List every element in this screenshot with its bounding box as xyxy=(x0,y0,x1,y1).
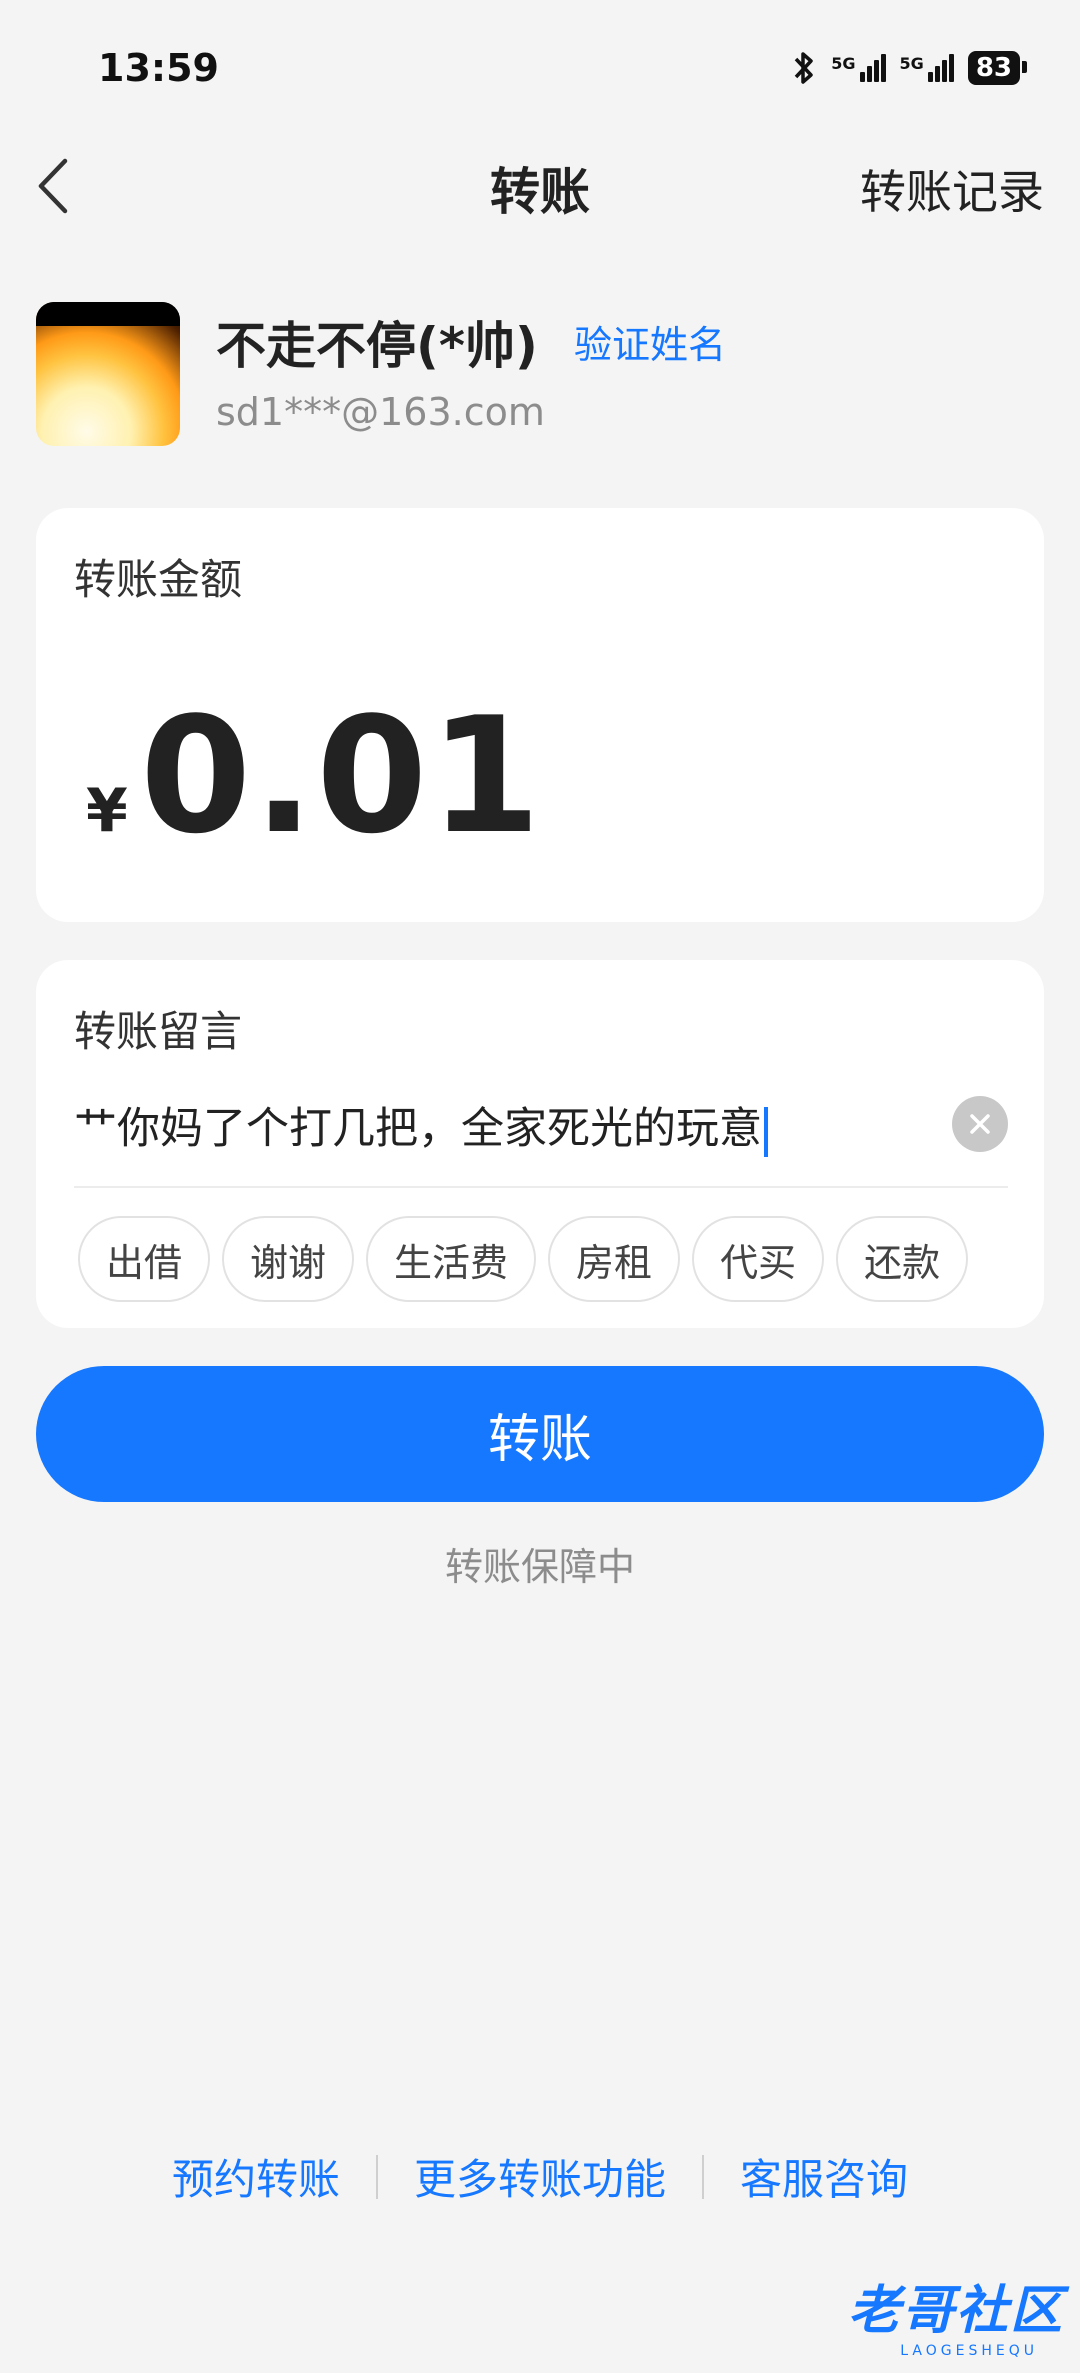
bluetooth-icon xyxy=(795,52,814,84)
battery-icon: 83 xyxy=(967,51,1028,85)
chip-thanks[interactable]: 谢谢 xyxy=(222,1216,355,1302)
message-card: 转账留言 艹你妈了个打几把，全家死光的玩意 出借 谢谢 生活费 房租 代买 还款 xyxy=(36,960,1044,1328)
message-input-value: 艹你妈了个打几把，全家死光的玩意 xyxy=(74,1104,762,1154)
customer-service-link[interactable]: 客服咨询 xyxy=(704,2146,944,2207)
quick-message-chips: 出借 谢谢 生活费 房租 代买 还款 xyxy=(78,1216,969,1302)
watermark-logo: 老哥社区 LAOGESHEQU xyxy=(848,2268,1064,2359)
recipient-name: 不走不停(*帅) xyxy=(216,317,538,375)
status-icons: 5G 5G 83 xyxy=(791,50,1028,86)
signal-5g-icon: 5G xyxy=(831,54,886,82)
clear-message-button[interactable] xyxy=(952,1096,1008,1152)
watermark-sub: LAOGESHEQU xyxy=(900,2343,1038,2359)
footer-links: 预约转账 更多转账功能 客服咨询 xyxy=(0,2146,1080,2207)
message-input[interactable]: 艹你妈了个打几把，全家死光的玩意 xyxy=(74,1094,768,1157)
network-type-label-2: 5G xyxy=(899,54,924,73)
chip-purchase-on-behalf[interactable]: 代买 xyxy=(692,1216,825,1302)
more-transfer-features-link[interactable]: 更多转账功能 xyxy=(378,2146,702,2207)
status-time: 13:59 xyxy=(98,46,219,90)
transfer-page: 13:59 5G 5G 83 转账 转账记录 不走不停(*帅) 验证姓名 sd1… xyxy=(0,0,1080,2373)
chip-loan[interactable]: 出借 xyxy=(78,1216,211,1302)
chip-living-expenses[interactable]: 生活费 xyxy=(366,1216,537,1302)
recipient-account: sd1***@163.com xyxy=(216,390,545,434)
chip-rent[interactable]: 房租 xyxy=(548,1216,681,1302)
watermark-main: 老哥社区 xyxy=(847,2281,1064,2341)
message-label: 转账留言 xyxy=(74,1007,243,1056)
transfer-submit-button[interactable]: 转账 xyxy=(36,1366,1044,1502)
chip-repayment[interactable]: 还款 xyxy=(836,1216,969,1302)
message-divider xyxy=(74,1186,1008,1188)
verify-name-link[interactable]: 验证姓名 xyxy=(574,314,726,369)
scheduled-transfer-link[interactable]: 预约转账 xyxy=(136,2146,376,2207)
protection-notice: 转账保障中 xyxy=(444,1545,635,1589)
transfer-history-link[interactable]: 转账记录 xyxy=(860,156,1044,222)
currency-symbol: ¥ xyxy=(86,776,128,846)
close-icon xyxy=(970,1114,990,1134)
recipient-avatar xyxy=(36,302,180,446)
amount-card: 转账金额 ¥ 0.01 xyxy=(36,508,1044,922)
text-cursor xyxy=(764,1106,768,1157)
amount-input[interactable]: 0.01 xyxy=(140,696,543,856)
amount-label: 转账金额 xyxy=(74,555,243,604)
signal-5g-icon-2: 5G xyxy=(900,54,954,82)
network-type-label: 5G xyxy=(831,54,856,73)
